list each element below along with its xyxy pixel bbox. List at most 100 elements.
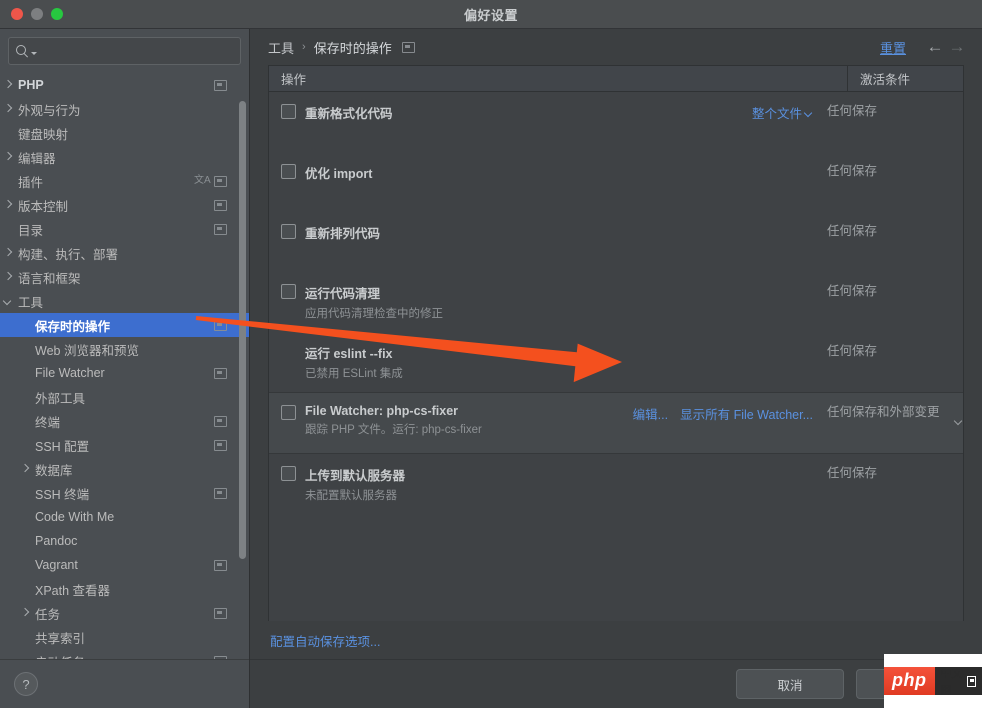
sidebar-item-17[interactable]: SSH 终端 bbox=[0, 481, 249, 505]
row-checkbox[interactable] bbox=[281, 284, 296, 299]
sidebar-item-1[interactable]: 外观与行为 bbox=[0, 97, 249, 121]
sidebar-item-label: PHP bbox=[18, 78, 44, 92]
row-texts: 上传到默认服务器 未配置默认服务器 bbox=[305, 465, 405, 503]
sidebar-item-label: 键盘映射 bbox=[18, 127, 69, 142]
watermark-dark-text: 中文网 bbox=[934, 667, 982, 696]
row-condition-text: 任何保存和外部变更 bbox=[827, 405, 940, 419]
row-checkbox[interactable] bbox=[281, 104, 296, 119]
row-primary-link-wrap[interactable]: 整个文件 bbox=[752, 103, 813, 122]
table-row[interactable]: 上传到默认服务器 未配置默认服务器 任何保存 bbox=[269, 453, 963, 514]
sidebar-item-22[interactable]: 任务 bbox=[0, 601, 249, 625]
sidebar-item-16[interactable]: 数据库 bbox=[0, 457, 249, 481]
row-condition-text: 任何保存 bbox=[827, 224, 878, 238]
chevron-right-icon[interactable] bbox=[2, 271, 15, 284]
settings-main-panel: 工具 › 保存时的操作 重置 ← → 操作 激活条件 重新格式化代码 整个文件 任何… bbox=[250, 29, 982, 708]
sidebar-item-0[interactable]: PHP bbox=[0, 73, 249, 97]
row-checkbox[interactable] bbox=[281, 224, 296, 239]
chevron-right-icon[interactable] bbox=[2, 247, 15, 260]
row-checkbox[interactable] bbox=[281, 405, 296, 420]
table-row[interactable]: 优化 import 任何保存 bbox=[269, 152, 963, 212]
sidebar-scrollbar[interactable] bbox=[239, 101, 246, 559]
scope-icon bbox=[214, 439, 227, 451]
panel-footer: 配置自动保存选项... bbox=[250, 621, 982, 659]
sidebar-item-6[interactable]: 目录 bbox=[0, 217, 249, 241]
sidebar-item-label: 保存时的操作 bbox=[35, 319, 111, 334]
table-row[interactable]: 运行 eslint --fix 已禁用 ESLint 集成 任何保存 bbox=[269, 332, 963, 392]
chevron-right-icon[interactable] bbox=[2, 151, 15, 164]
chevron-down-icon[interactable] bbox=[955, 418, 963, 426]
row-condition-cell[interactable]: 任何保存 bbox=[813, 223, 963, 240]
sidebar-item-8[interactable]: 语言和框架 bbox=[0, 265, 249, 289]
chevron-right-icon[interactable] bbox=[19, 607, 32, 620]
row-condition-cell[interactable]: 任何保存 bbox=[813, 343, 963, 360]
chevron-right-icon[interactable] bbox=[2, 79, 15, 92]
sidebar-item-label: 构建、执行、部署 bbox=[18, 247, 119, 262]
back-arrow-icon[interactable]: ← bbox=[924, 37, 946, 57]
row-subtitle: 未配置默认服务器 bbox=[305, 490, 397, 502]
table-row[interactable]: 重新排列代码 任何保存 bbox=[269, 212, 963, 272]
sidebar-item-12[interactable]: File Watcher bbox=[0, 361, 249, 385]
row-condition-cell[interactable]: 任何保存 bbox=[813, 465, 963, 482]
sidebar-item-19[interactable]: Pandoc bbox=[0, 529, 249, 553]
sidebar-item-5[interactable]: 版本控制 bbox=[0, 193, 249, 217]
sidebar-item-10[interactable]: 保存时的操作 bbox=[0, 313, 249, 337]
zoom-window-button[interactable] bbox=[51, 8, 63, 20]
sidebar-item-label: 目录 bbox=[18, 223, 44, 238]
sidebar-item-13[interactable]: 外部工具 bbox=[0, 385, 249, 409]
table-row[interactable]: 重新格式化代码 整个文件 任何保存 bbox=[269, 92, 963, 152]
row-condition-text: 任何保存 bbox=[827, 164, 878, 178]
chevron-right-icon[interactable] bbox=[19, 463, 32, 476]
sidebar-item-23[interactable]: 共享索引 bbox=[0, 625, 249, 649]
sidebar-item-label: 语言和框架 bbox=[18, 271, 81, 286]
sidebar-item-badges bbox=[214, 217, 227, 241]
sidebar-item-2[interactable]: 键盘映射 bbox=[0, 121, 249, 145]
sidebar-item-20[interactable]: Vagrant bbox=[0, 553, 249, 577]
search-box[interactable] bbox=[8, 37, 241, 65]
sidebar-item-3[interactable]: 编辑器 bbox=[0, 145, 249, 169]
row-title: 运行 eslint --fix bbox=[305, 347, 393, 361]
breadcrumb-parent[interactable]: 工具 bbox=[268, 38, 294, 57]
chevron-right-icon[interactable] bbox=[2, 199, 15, 212]
sidebar-item-14[interactable]: 终端 bbox=[0, 409, 249, 433]
row-checkbox[interactable] bbox=[281, 466, 296, 481]
row-condition-text: 任何保存 bbox=[827, 284, 878, 298]
cancel-button[interactable]: 取消 bbox=[736, 669, 844, 699]
search-input[interactable] bbox=[37, 43, 234, 59]
sidebar-item-4[interactable]: 插件 文A bbox=[0, 169, 249, 193]
chevron-down-icon[interactable] bbox=[2, 295, 15, 308]
row-checkbox[interactable] bbox=[281, 164, 296, 179]
sidebar-item-label: Pandoc bbox=[35, 534, 78, 548]
row-condition-cell[interactable]: 任何保存 bbox=[813, 283, 963, 300]
sidebar-item-11[interactable]: Web 浏览器和预览 bbox=[0, 337, 249, 361]
reset-link[interactable]: 重置 bbox=[880, 38, 906, 57]
chevron-down-icon[interactable] bbox=[805, 110, 813, 118]
sidebar-item-24[interactable]: 启动任务 bbox=[0, 649, 249, 659]
sidebar-item-21[interactable]: XPath 查看器 bbox=[0, 577, 249, 601]
table-body: 重新格式化代码 整个文件 任何保存 优化 import 任何保存 重新排列代码 任何保存 运行… bbox=[269, 92, 963, 621]
configure-autosave-link[interactable]: 配置自动保存选项... bbox=[270, 631, 380, 650]
scope-icon bbox=[214, 199, 227, 211]
close-window-button[interactable] bbox=[11, 8, 23, 20]
row-title: 重新格式化代码 bbox=[305, 107, 393, 121]
sidebar-item-18[interactable]: Code With Me bbox=[0, 505, 249, 529]
settings-tree[interactable]: PHP 外观与行为键盘映射编辑器 插件 文A 版本控制目录构建、执行、部署 语言和框架工具… bbox=[0, 71, 249, 659]
row-condition-cell[interactable]: 任何保存 bbox=[813, 163, 963, 180]
row-primary-link-wrap[interactable]: 编辑... bbox=[633, 404, 668, 423]
row-primary-link[interactable]: 编辑... bbox=[633, 408, 668, 422]
row-primary-link[interactable]: 整个文件 bbox=[752, 107, 802, 121]
table-row[interactable]: 运行代码清理 应用代码清理检查中的修正 任何保存 bbox=[269, 272, 963, 332]
sidebar-item-7[interactable]: 构建、执行、部署 bbox=[0, 241, 249, 265]
row-condition-cell[interactable]: 任何保存 bbox=[813, 103, 963, 120]
sidebar-item-15[interactable]: SSH 配置 bbox=[0, 433, 249, 457]
help-button[interactable]: ? bbox=[14, 672, 38, 696]
minimize-window-button[interactable] bbox=[31, 8, 43, 20]
forward-arrow-icon[interactable]: → bbox=[946, 37, 968, 57]
row-secondary-link[interactable]: 显示所有 File Watcher... bbox=[680, 404, 813, 423]
sidebar-item-9[interactable]: 工具 bbox=[0, 289, 249, 313]
scope-icon bbox=[214, 175, 227, 187]
condition-chevron-wrap[interactable] bbox=[952, 404, 963, 431]
chevron-right-icon[interactable] bbox=[2, 103, 15, 116]
table-row[interactable]: File Watcher: php-cs-fixer 跟踪 PHP 文件。运行: … bbox=[269, 392, 963, 453]
row-condition-cell[interactable]: 任何保存和外部变更 bbox=[813, 404, 963, 431]
